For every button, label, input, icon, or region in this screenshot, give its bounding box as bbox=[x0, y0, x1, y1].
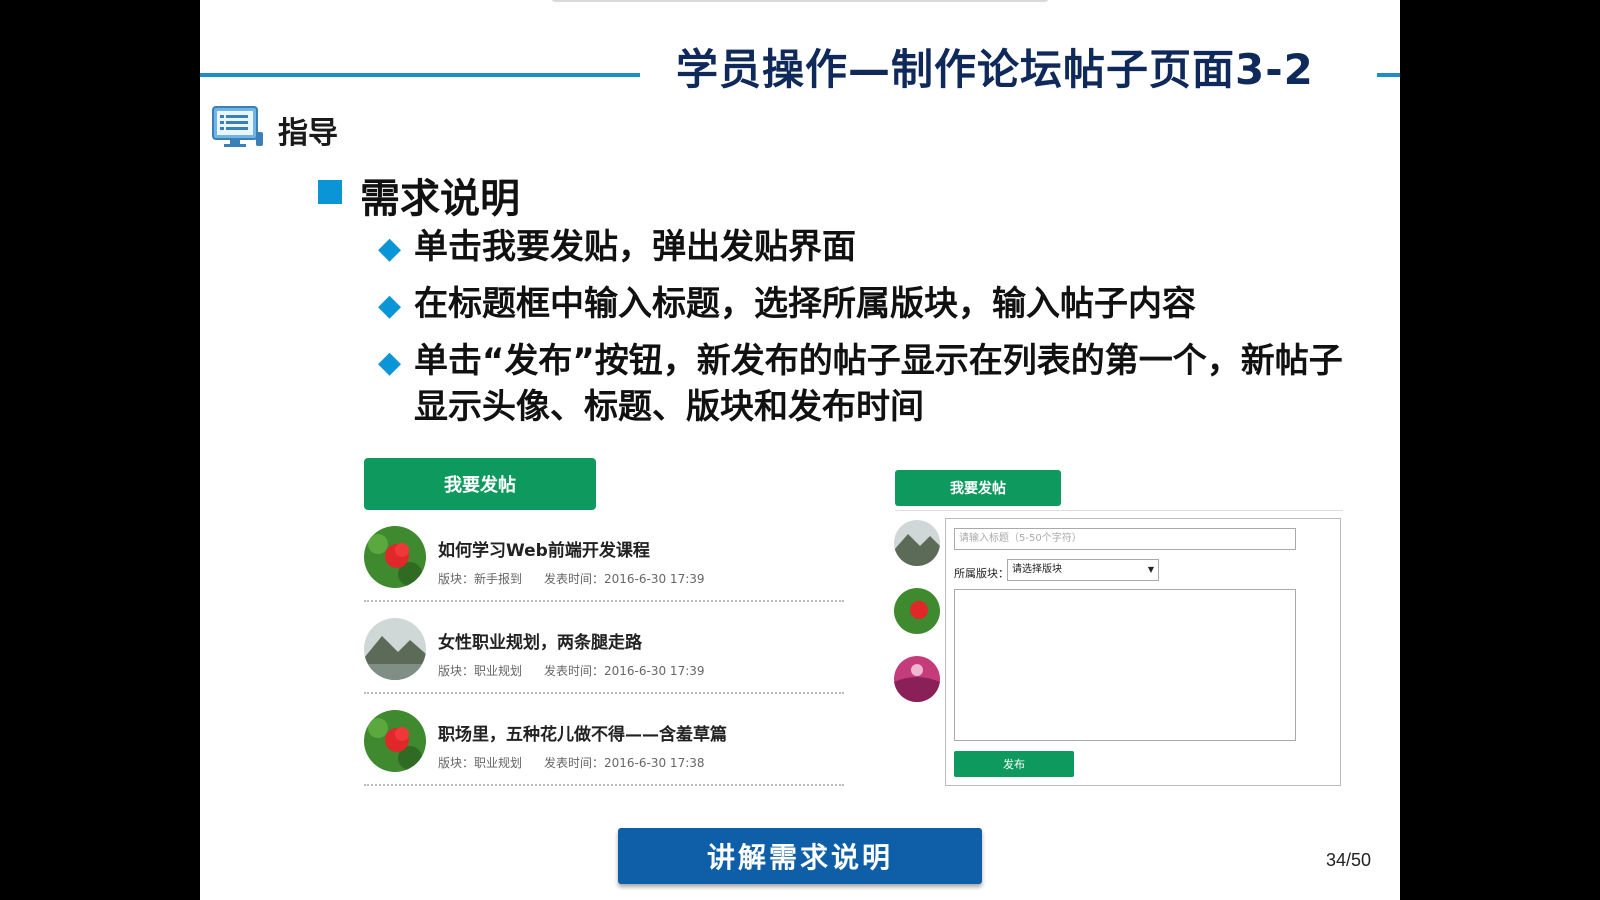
landscape-avatar-icon bbox=[894, 520, 940, 566]
post-section: 版块：新手报到 bbox=[438, 572, 523, 586]
section-title: 需求说明 bbox=[360, 176, 520, 222]
section-label: 所属版块： bbox=[954, 567, 1009, 580]
post-meta: 版块：职业规划 发表时间：2016-6-30 17:39 bbox=[438, 662, 727, 679]
new-post-button-small[interactable]: 我要发帖 bbox=[895, 470, 1061, 506]
guide-label: 指导 bbox=[278, 116, 338, 151]
diamond-bullet-icon: ◆ bbox=[378, 345, 402, 380]
explain-requirements-button[interactable]: 讲解需求说明 bbox=[618, 828, 982, 884]
section-select[interactable]: 请选择版块 ▼ bbox=[1007, 559, 1159, 581]
slide-title: 学员操作—制作论坛帖子页面3-2 bbox=[676, 45, 1314, 94]
post-list: 如何学习Web前端开发课程 版块：新手报到发表时间：2016-6-30 17:3… bbox=[364, 522, 844, 798]
requirement-item: ◆ 单击我要发贴，弹出发贴界面 bbox=[378, 224, 1348, 270]
requirement-text: 在标题框中输入标题，选择所属版块，输入帖子内容 bbox=[414, 284, 1196, 324]
title-rule-right bbox=[1377, 73, 1400, 77]
post-section: 版块：职业规划 bbox=[438, 756, 523, 770]
new-post-button[interactable]: 我要发帖 bbox=[364, 458, 596, 510]
slide: 学员操作—制作论坛帖子页面3-2 指导 需求说明 ◆ 单击我要发贴，弹出发贴界面… bbox=[200, 0, 1400, 900]
list-item[interactable]: 职场里，五种花儿做不得——含羞草篇 版块：职业规划 发表时间：2016-6-30 … bbox=[364, 706, 844, 786]
requirement-item: ◆ 单击“发布”按钮，新发布的帖子显示在列表的第一个，新帖子显示头像、标题、版块… bbox=[378, 338, 1348, 430]
section-select-value: 请选择版块 bbox=[1012, 564, 1062, 575]
pink-avatar-icon bbox=[894, 656, 940, 702]
post-title[interactable]: 职场里，五种花儿做不得——含羞草篇 bbox=[438, 720, 727, 745]
dropdown-arrow-icon: ▼ bbox=[1147, 565, 1154, 574]
landscape-avatar-icon bbox=[364, 618, 426, 680]
post-time: 发表时间：2016-6-30 17:39 bbox=[544, 664, 705, 678]
post-time: 发表时间：2016-6-30 17:39 bbox=[544, 572, 705, 586]
post-time: 发表时间：2016-6-30 17:38 bbox=[544, 756, 705, 770]
flower-avatar-icon bbox=[364, 526, 426, 588]
title-rule-left bbox=[200, 73, 640, 77]
post-meta: 版块：职业规划 发表时间：2016-6-30 17:38 bbox=[438, 754, 727, 771]
post-dialog: 请输入标题（5-50个字符） 所属版块： 请选择版块 ▼ 发布 bbox=[945, 518, 1341, 786]
list-item[interactable]: 如何学习Web前端开发课程 版块：新手报到 发表时间：2016-6-30 17:3… bbox=[364, 522, 844, 602]
divider bbox=[895, 510, 1343, 511]
post-content-textarea[interactable] bbox=[954, 589, 1296, 741]
post-title[interactable]: 女性职业规划，两条腿走路 bbox=[438, 628, 642, 653]
post-meta: 版块：新手报到 发表时间：2016-6-30 17:39 bbox=[438, 570, 727, 587]
diamond-bullet-icon: ◆ bbox=[378, 231, 402, 266]
top-tab-decoration bbox=[550, 0, 1050, 2]
avatar-column bbox=[894, 520, 942, 724]
publish-button[interactable]: 发布 bbox=[954, 751, 1074, 777]
diamond-bullet-icon: ◆ bbox=[378, 288, 402, 323]
post-title[interactable]: 如何学习Web前端开发课程 bbox=[438, 536, 650, 561]
post-title-input[interactable]: 请输入标题（5-50个字符） bbox=[954, 528, 1296, 550]
flower-avatar-icon bbox=[894, 588, 940, 634]
requirement-item: ◆ 在标题框中输入标题，选择所属版块，输入帖子内容 bbox=[378, 281, 1348, 327]
monitor-list-icon bbox=[212, 106, 263, 147]
requirement-list: ◆ 单击我要发贴，弹出发贴界面 ◆ 在标题框中输入标题，选择所属版块，输入帖子内… bbox=[378, 224, 1348, 441]
section-bullet bbox=[318, 180, 342, 204]
post-section: 版块：职业规划 bbox=[438, 664, 523, 678]
flower-avatar-icon bbox=[364, 710, 426, 772]
page-number: 34/50 bbox=[1326, 850, 1372, 870]
list-item[interactable]: 女性职业规划，两条腿走路 版块：职业规划 发表时间：2016-6-30 17:39 bbox=[364, 614, 844, 694]
requirement-text: 单击“发布”按钮，新发布的帖子显示在列表的第一个，新帖子显示头像、标题、版块和发… bbox=[414, 341, 1343, 427]
requirement-text: 单击我要发贴，弹出发贴界面 bbox=[414, 227, 856, 267]
